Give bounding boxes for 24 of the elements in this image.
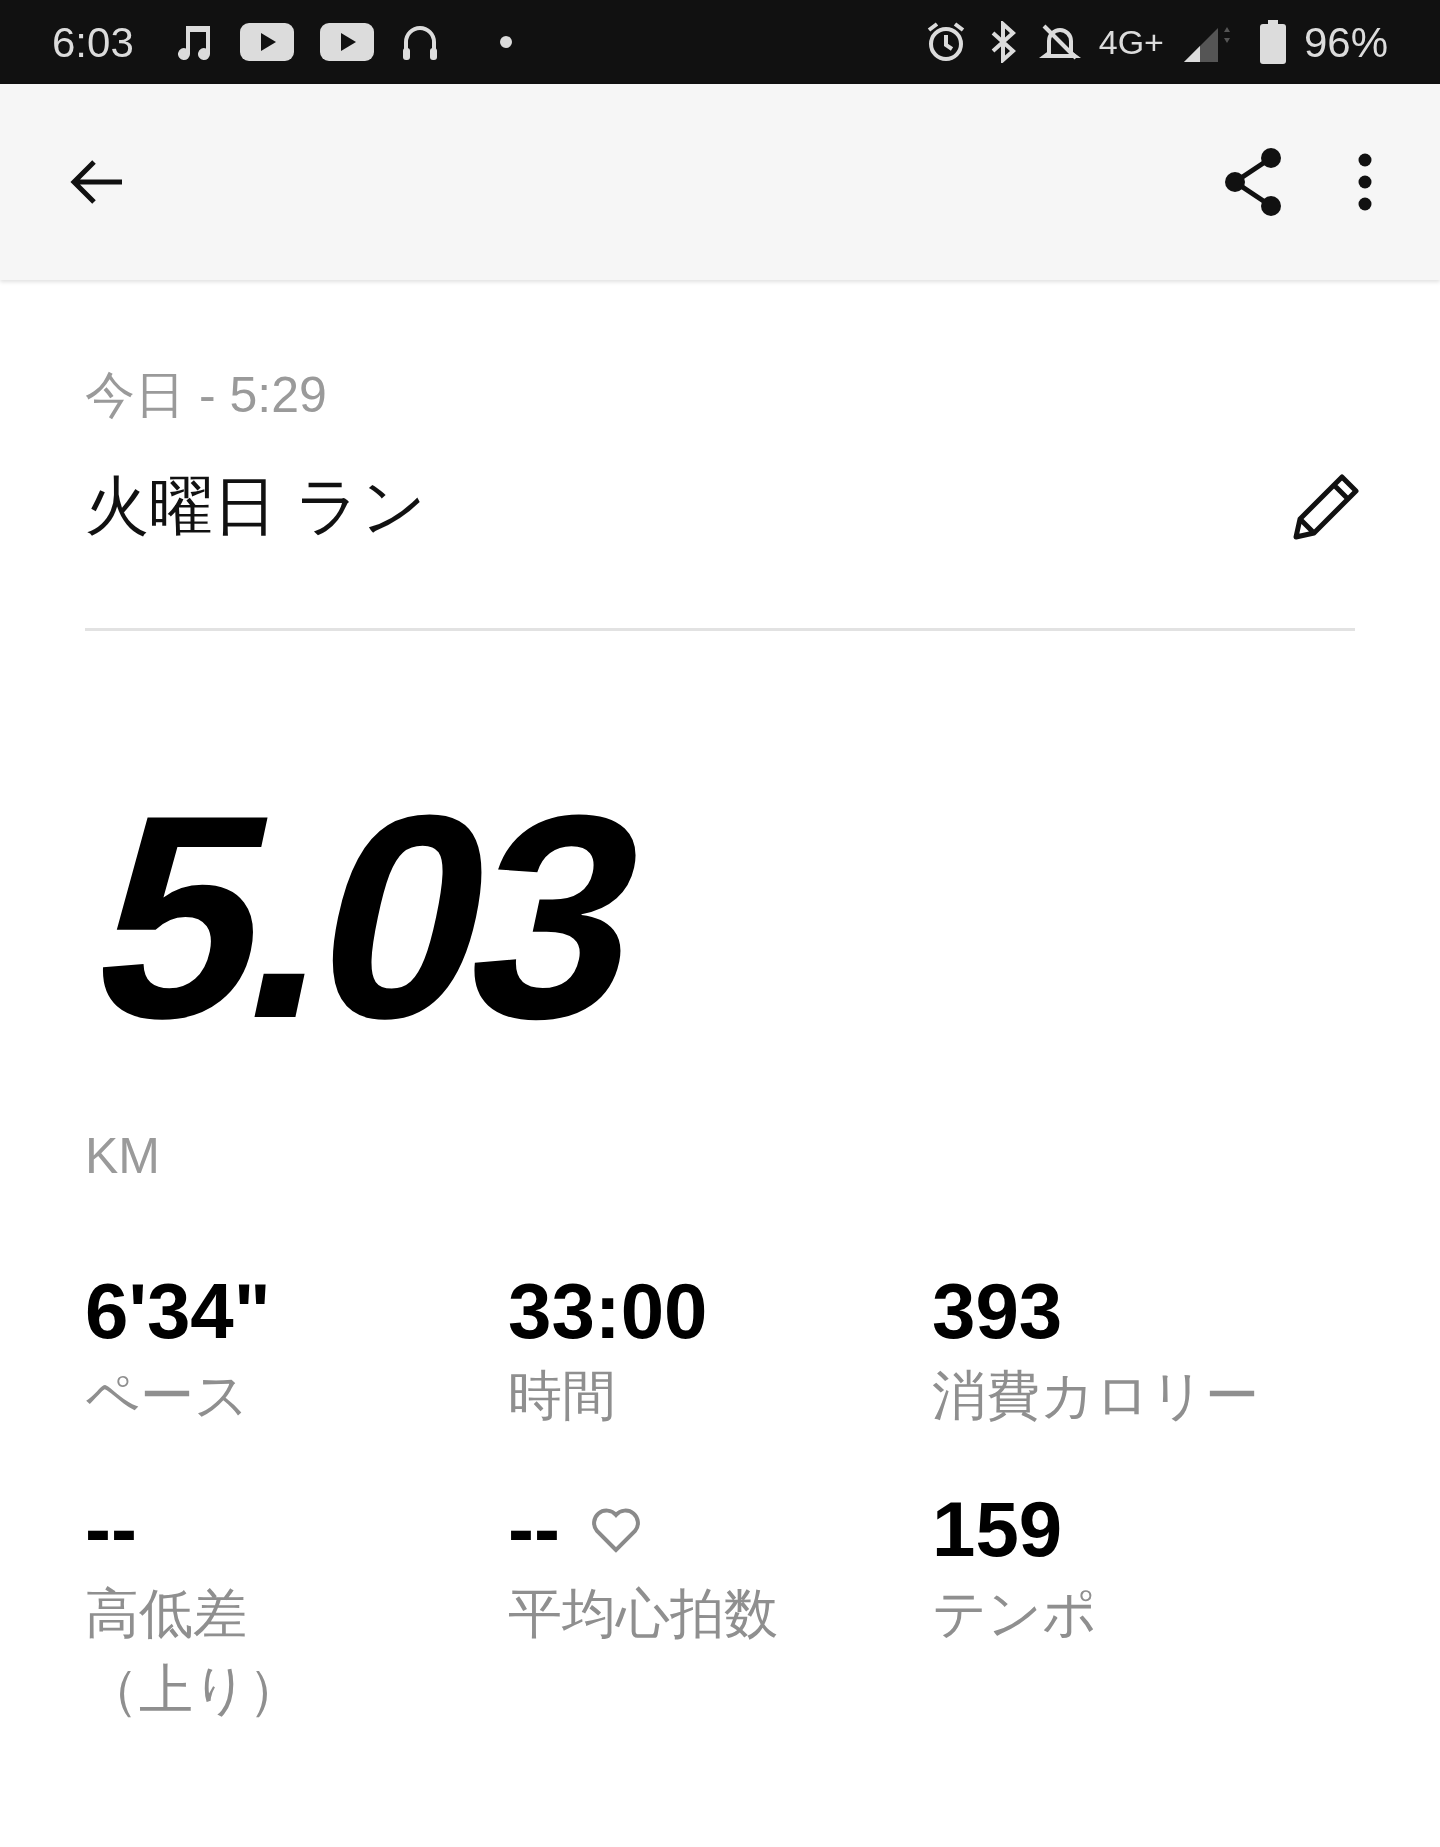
battery-icon (1259, 20, 1286, 64)
stat-value: 393 (932, 1272, 1063, 1350)
stat-value: 6'34" (85, 1272, 271, 1350)
stat-label: 時間 (508, 1364, 617, 1427)
activity-title: 火曜日 ラン (85, 474, 427, 538)
more-options-button[interactable] (1358, 153, 1372, 211)
dot-icon (499, 36, 512, 48)
stat-label: ペース (85, 1364, 250, 1427)
network-type: 4G+ (1098, 21, 1164, 63)
stat-value: -- (85, 1490, 137, 1568)
distance-unit: KM (85, 1131, 161, 1181)
play-icon (319, 23, 374, 61)
stat-label: テンポ (932, 1582, 1098, 1645)
stat-value: -- (508, 1490, 560, 1568)
stat-label: 平均心拍数 (508, 1582, 779, 1645)
play-icon (239, 23, 294, 61)
stat-value: 159 (932, 1490, 1063, 1568)
distance-value: 5.03 (80, 801, 654, 1031)
battery-level: 96% (1303, 17, 1388, 68)
stat-label: 消費カロリー (932, 1364, 1260, 1427)
stat-label: 高低差（上り） (85, 1582, 303, 1721)
activity-date: 今日 - 5:29 (85, 370, 328, 420)
stat-value: 33:00 (508, 1272, 708, 1350)
status-time: 6:03 (52, 17, 134, 68)
